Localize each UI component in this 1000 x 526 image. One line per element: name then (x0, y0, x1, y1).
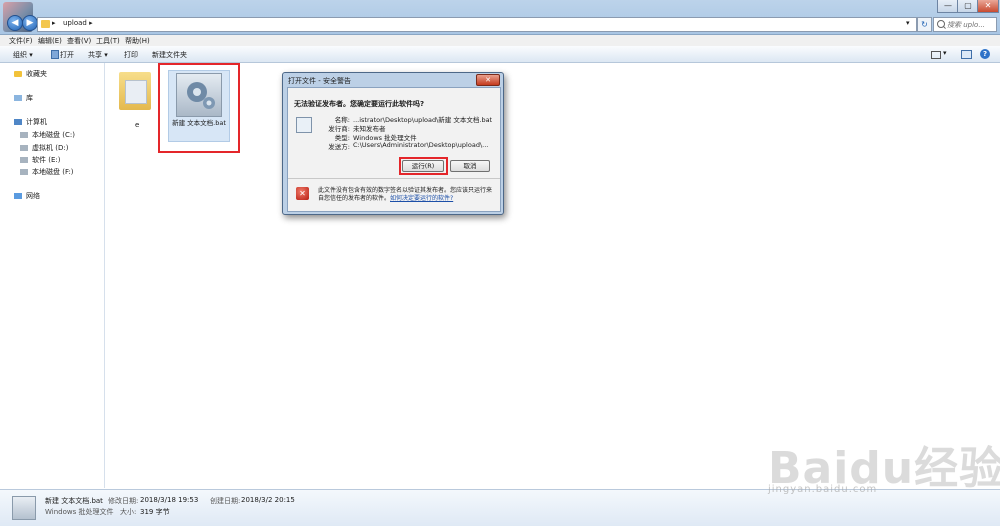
gear-icon (12, 496, 36, 520)
watermark-url: jingyan.baidu.com (768, 484, 878, 495)
drive-icon (20, 169, 28, 175)
menu-edit[interactable]: 编辑(E) (38, 36, 62, 46)
minimize-button[interactable]: — (937, 0, 959, 13)
forward-button[interactable]: ▶ (22, 15, 38, 31)
run-button[interactable]: 运行(R) (402, 160, 444, 172)
cancel-button[interactable]: 取消 (450, 160, 490, 172)
drive-icon (20, 132, 28, 138)
file-list: e 新建 文本文档.bat (105, 63, 1000, 488)
help-link[interactable]: 如何决定要运行的软件? (390, 195, 453, 202)
menu-file[interactable]: 文件(F) (9, 36, 33, 46)
status-modified-label: 修改日期: (108, 497, 139, 505)
status-size-label: 大小: (120, 508, 137, 516)
menu-tools[interactable]: 工具(T) (96, 36, 120, 46)
status-created-value: 2018/3/2 20:15 (241, 496, 295, 504)
security-warning-dialog: 打开文件 - 安全警告 ✕ 无法验证发布者。您确定要运行此软件吗? 名称: ..… (282, 72, 504, 215)
folder-icon (41, 20, 50, 28)
search-input[interactable]: 搜索 uplo... (933, 17, 997, 32)
menu-help[interactable]: 帮助(H) (125, 36, 150, 46)
menu-bar: 文件(F) 编辑(E) 查看(V) 工具(T) 帮助(H) (0, 35, 1000, 46)
computer-icon (14, 119, 22, 125)
dialog-title: 打开文件 - 安全警告 (288, 77, 351, 85)
breadcrumb-arrow-icon[interactable]: ▸ (52, 19, 56, 27)
file-name: e (135, 121, 140, 129)
breadcrumb[interactable]: upload ▸ (63, 19, 93, 27)
navigation-pane: 收藏夹 库 计算机 本地磁盘 (C:) 虚拟机 (D:) 软件 (E:) 本地磁… (0, 63, 105, 488)
command-toolbar: 组织 ▾ 打开 共享 ▾ 打印 新建文件夹 ▾ ? (0, 46, 1000, 63)
status-filetype: Windows 批处理文件 (45, 508, 114, 516)
organize-button[interactable]: 组织 ▾ (13, 50, 33, 60)
open-button[interactable]: 打开 (60, 50, 74, 60)
nav-drive-c[interactable]: 本地磁盘 (C:) (20, 130, 75, 140)
nav-favorites[interactable]: 收藏夹 (14, 69, 47, 79)
star-icon (14, 71, 22, 77)
refresh-button[interactable]: ↻ (917, 17, 932, 32)
back-button[interactable]: ◀ (7, 15, 23, 31)
nav-network[interactable]: 网络 (14, 191, 40, 201)
status-created-label: 创建日期: (210, 497, 241, 505)
field-value-from: C:\Users\Administrator\Desktop\upload\..… (353, 141, 489, 149)
drive-icon (20, 157, 28, 163)
chevron-down-icon[interactable]: ▾ (906, 19, 910, 27)
share-button[interactable]: 共享 ▾ (88, 50, 108, 60)
file-name: 新建 文本文档.bat (172, 119, 226, 127)
dialog-body: 无法验证发布者。您确定要运行此软件吗? 名称: ...istrator\Desk… (287, 87, 501, 212)
maximize-button[interactable]: ▢ (957, 0, 979, 13)
view-dropdown-icon[interactable]: ▾ (943, 49, 947, 57)
close-icon[interactable]: ✕ (476, 74, 500, 86)
status-filename: 新建 文本文档.bat (45, 497, 103, 505)
nav-libraries[interactable]: 库 (14, 93, 33, 103)
preview-pane-icon[interactable] (961, 50, 972, 59)
status-size-value: 319 字节 (140, 508, 170, 516)
network-icon (14, 193, 22, 199)
status-modified-value: 2018/3/18 19:53 (140, 496, 199, 504)
nav-drive-e[interactable]: 软件 (E:) (20, 155, 60, 165)
library-icon (14, 95, 22, 101)
menu-view[interactable]: 查看(V) (67, 36, 91, 46)
nav-computer[interactable]: 计算机 (14, 117, 47, 127)
nav-drive-f[interactable]: 本地磁盘 (F:) (20, 167, 74, 177)
file-item-bat[interactable]: 新建 文本文档.bat (168, 70, 230, 142)
new-folder-button[interactable]: 新建文件夹 (152, 50, 187, 60)
address-bar[interactable]: ▸ upload ▸ ▾ (37, 17, 917, 32)
close-window-button[interactable]: ✕ (977, 0, 999, 13)
search-icon[interactable] (937, 20, 945, 28)
drive-icon (20, 145, 28, 151)
shield-warning-icon: ✕ (296, 187, 309, 200)
help-icon[interactable]: ? (980, 49, 990, 59)
file-item-folder-e[interactable]: e (117, 68, 157, 130)
view-options-icon[interactable] (931, 51, 941, 59)
dialog-heading: 无法验证发布者。您确定要运行此软件吗? (294, 100, 425, 108)
search-placeholder: 搜索 uplo... (947, 21, 986, 29)
open-icon (51, 50, 59, 59)
print-button[interactable]: 打印 (124, 50, 138, 60)
nav-drive-d[interactable]: 虚拟机 (D:) (20, 143, 68, 153)
window-titlebar: ◀ ▶ ▸ upload ▸ ▾ ↻ 搜索 uplo... — ▢ ✕ (0, 0, 1000, 35)
field-label-from: 发送方: (328, 143, 350, 151)
gear-icon (176, 73, 222, 117)
dialog-divider (288, 178, 500, 179)
warning-message: 此文件没有包含有效的数字签名以验证其发布者。您应该只运行来自您信任的发布者的软件… (318, 187, 493, 202)
file-preview (125, 80, 147, 104)
